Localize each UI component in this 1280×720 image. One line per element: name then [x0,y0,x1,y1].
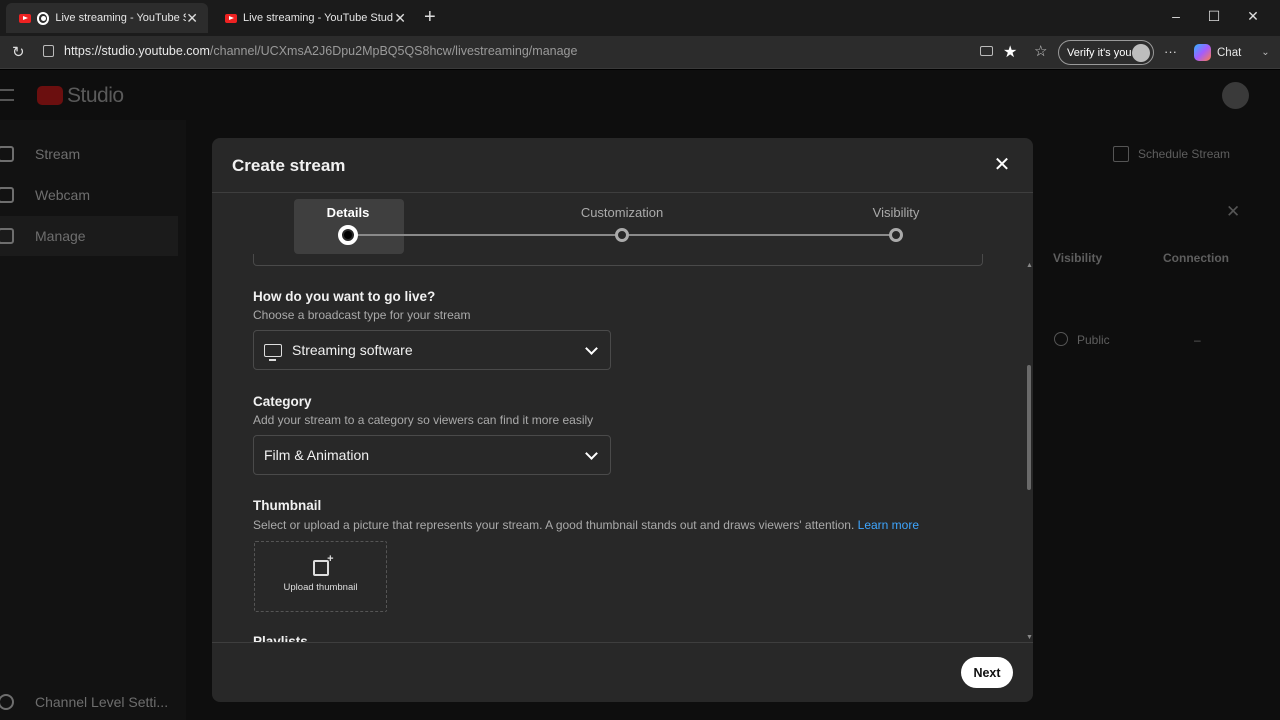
calendar-icon [0,228,14,244]
site-info-icon[interactable] [43,45,54,57]
sidebar-item-settings[interactable]: Channel Level Setti... [0,694,168,710]
category-value: Film & Animation [264,447,370,463]
divider [212,192,1033,193]
new-tab-button[interactable]: + [424,6,436,29]
divider [212,642,1033,643]
step-dot-current[interactable] [338,225,358,245]
go-live-subtitle: Choose a broadcast type for your stream [253,308,471,322]
row-visibility-value: Public [1077,333,1110,347]
broadcast-type-select[interactable]: Streaming software [253,330,611,370]
reload-icon[interactable]: ↻ [12,43,25,61]
thumbnail-title: Thumbnail [253,498,322,513]
youtube-logo-icon [37,86,63,105]
scrollbar-thumb[interactable] [1027,365,1031,490]
sidebar-item-webcam[interactable]: Webcam [0,187,90,203]
category-title: Category [253,394,312,409]
dialog-title: Create stream [232,156,346,175]
step-customization[interactable]: Customization [581,205,663,220]
monitor-icon [264,343,282,361]
camera-icon [0,187,14,203]
chat-label: Chat [1217,46,1242,59]
profile-avatar [1132,44,1150,62]
hamburger-menu-icon[interactable] [0,89,14,101]
upload-thumbnail-label: Upload thumbnail [283,582,358,593]
youtube-favicon-icon [225,13,237,23]
go-live-title: How do you want to go live? [253,289,436,304]
sidebar-item-label: Channel Level Setti... [35,694,169,710]
url-host: https://studio.youtube.com [64,44,210,58]
upload-thumbnail-button[interactable]: Upload thumbnail [254,541,387,612]
column-header-visibility: Visibility [1053,251,1103,265]
copilot-icon [1194,44,1211,61]
youtube-favicon-icon [19,13,31,23]
add-image-icon [312,553,334,576]
sidebar [0,120,186,720]
broadcast-icon [0,146,14,162]
description-field-edge [253,254,983,266]
sidebar-item-label: Webcam [35,187,90,203]
copilot-chat-button[interactable]: Chat ⌄ [1194,44,1270,61]
chevron-down-icon [585,447,598,460]
learn-more-link[interactable]: Learn more [858,518,919,532]
thumbnail-subtitle-text: Select or upload a picture that represen… [253,518,855,532]
close-icon[interactable]: ✕ [1226,202,1240,222]
step-details[interactable]: Details [327,205,370,220]
sidebar-item-label: Stream [35,146,81,162]
category-select[interactable]: Film & Animation [253,435,611,475]
globe-icon [1054,332,1068,346]
studio-logo-text: Studio [67,84,124,107]
chevron-down-icon: ⌄ [1261,47,1270,58]
step-visibility[interactable]: Visibility [873,205,920,220]
bookmark-star-icon[interactable]: ★ [1003,42,1017,62]
camera-icon[interactable] [980,46,993,56]
url-path: /channel/UCXmsA2J6Dpu2MpBQ5QS8hcw/livest… [209,44,578,58]
calendar-icon [1113,146,1129,162]
more-menu-icon[interactable]: ··· [1164,44,1177,59]
next-button[interactable]: Next [961,657,1013,688]
verify-label: Verify it's you [1067,46,1132,59]
column-header-connection: Connection [1163,251,1229,265]
broadcast-type-value: Streaming software [292,342,413,358]
tab-title: Live streaming - YouTube Studio [243,12,393,24]
sidebar-item-label: Manage [35,228,86,244]
close-icon[interactable]: ✕ [991,154,1013,176]
schedule-stream-button[interactable]: Schedule Stream [1138,147,1230,161]
chevron-down-icon [585,342,598,355]
close-tab-icon[interactable]: ✕ [394,10,406,27]
step-dot[interactable] [889,228,903,242]
favorites-icon[interactable]: ☆ [1034,42,1047,60]
thumbnail-subtitle: Select or upload a picture that represen… [253,518,919,532]
recording-icon [36,11,50,25]
close-window-icon[interactable]: ✕ [1243,8,1263,25]
verify-button[interactable]: Verify it's you [1058,40,1154,65]
sidebar-item-manage[interactable]: Manage [0,228,86,244]
browser-tab-bar: Live streaming - YouTube Stud ✕ Live str… [0,0,1280,36]
browser-tab[interactable]: Live streaming - YouTube Studio ✕ [212,3,416,33]
browser-tab-active[interactable]: Live streaming - YouTube Stud ✕ [6,3,208,33]
category-subtitle: Add your stream to a category so viewers… [253,413,594,427]
address-bar: ↻ https://studio.youtube.com/channel/UCX… [0,36,1280,69]
scroll-down-arrow[interactable]: ▼ [1026,634,1033,641]
row-connection-value: – [1194,333,1201,347]
sidebar-item-stream[interactable]: Stream [0,146,80,162]
scroll-up-arrow[interactable]: ▲ [1026,262,1033,269]
minimize-icon[interactable]: – [1166,8,1186,24]
gear-icon [0,694,14,710]
step-dot[interactable] [615,228,629,242]
url-field[interactable]: https://studio.youtube.com/channel/UCXms… [64,44,577,58]
close-tab-icon[interactable]: ✕ [186,10,198,27]
create-stream-dialog: Create stream ✕ Details Customization Vi… [212,138,1033,702]
tab-title: Live streaming - YouTube Stud [55,12,186,24]
maximize-icon[interactable]: ☐ [1204,8,1224,25]
account-avatar[interactable] [1222,82,1249,109]
